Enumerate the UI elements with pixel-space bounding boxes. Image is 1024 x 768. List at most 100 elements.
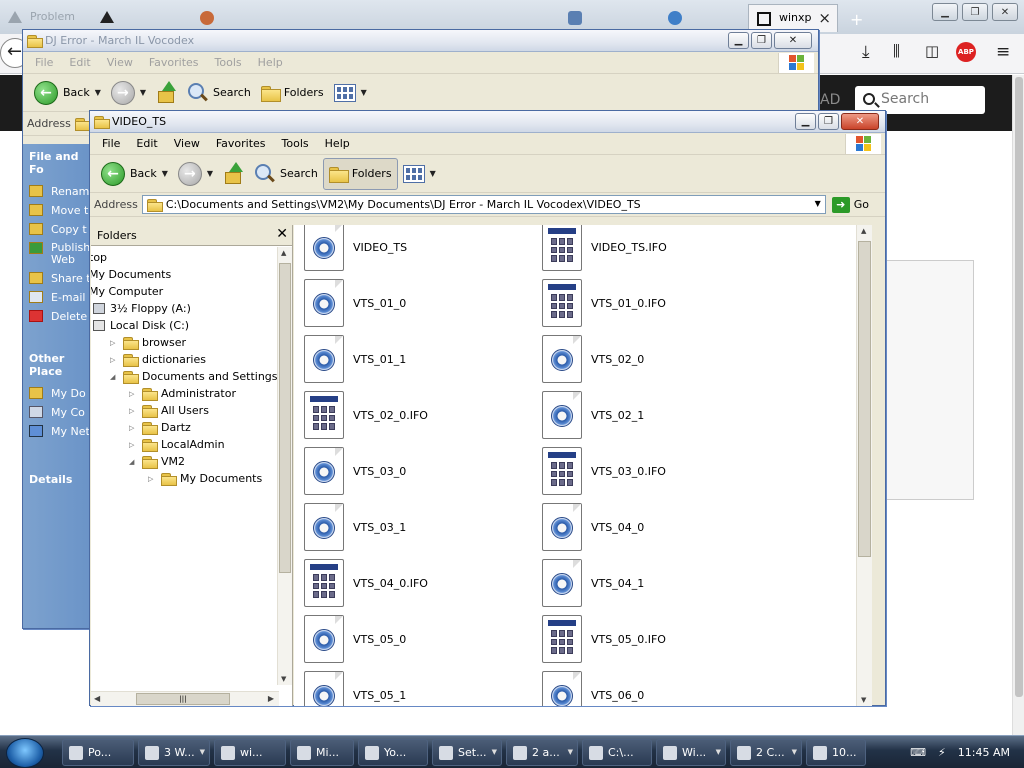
- file-item[interactable]: VTS_04_0: [542, 502, 772, 552]
- file-item[interactable]: VTS_03_0.IFO: [542, 446, 772, 496]
- taskbar-button[interactable]: 3 W... ▼: [138, 739, 210, 766]
- maximize-button[interactable]: ❐: [751, 32, 772, 49]
- taskbar-button[interactable]: C:\...: [582, 739, 652, 766]
- scroll-thumb[interactable]: [1015, 77, 1023, 697]
- tree-item[interactable]: top: [91, 249, 107, 266]
- task-email[interactable]: E-mail: [23, 288, 89, 307]
- file-item[interactable]: VTS_02_0: [542, 334, 772, 384]
- adblock-icon[interactable]: ABP: [956, 42, 976, 62]
- menu-favorites[interactable]: Favorites: [208, 137, 274, 150]
- scroll-up-arrow[interactable]: ▲: [281, 249, 286, 257]
- forward-button[interactable]: → ▼: [173, 158, 218, 190]
- taskbar-button[interactable]: Po...: [62, 739, 134, 766]
- scroll-up-arrow[interactable]: ▲: [861, 227, 866, 235]
- tree-vertical-scrollbar[interactable]: ▲ ▼: [277, 247, 292, 685]
- taskbar-button[interactable]: wi...: [214, 739, 286, 766]
- taskbar-button[interactable]: Yo...: [358, 739, 428, 766]
- expand-toggle-icon[interactable]: ▷: [110, 339, 118, 347]
- chevron-down-icon[interactable]: ▼: [492, 748, 497, 756]
- tree-item[interactable]: 3½ Floppy (A:): [93, 300, 191, 317]
- expand-toggle-icon[interactable]: ▷: [129, 424, 137, 432]
- scroll-thumb[interactable]: [279, 263, 291, 573]
- window-titlebar[interactable]: VIDEO_TS ▁ ❐ ✕: [90, 111, 885, 133]
- close-button[interactable]: ✕: [992, 3, 1018, 21]
- chevron-down-icon[interactable]: ▼: [792, 748, 797, 756]
- file-item[interactable]: VTS_03_1: [304, 502, 534, 552]
- library-icon[interactable]: ⫼: [893, 42, 900, 60]
- tree-item[interactable]: ▷ LocalAdmin: [129, 436, 225, 453]
- close-button[interactable]: ✕: [774, 32, 812, 49]
- expand-toggle-icon[interactable]: ▷: [129, 407, 137, 415]
- go-arrow-icon[interactable]: ➜: [831, 196, 850, 213]
- browser-tab[interactable]: [294, 4, 394, 32]
- browser-scrollbar[interactable]: [1012, 75, 1024, 735]
- menu-file[interactable]: File: [94, 137, 128, 150]
- tree-item[interactable]: ▷ My Documents: [148, 470, 262, 487]
- chevron-down-icon[interactable]: ▼: [162, 169, 168, 178]
- browser-tab[interactable]: [192, 4, 292, 32]
- task-move[interactable]: Move t: [23, 201, 89, 220]
- expand-toggle-icon[interactable]: ▷: [129, 441, 137, 449]
- browser-tab[interactable]: [560, 4, 658, 32]
- up-folder-button[interactable]: [218, 158, 250, 190]
- place-my-computer[interactable]: My Co: [23, 403, 89, 422]
- scroll-thumb[interactable]: |||: [136, 693, 230, 705]
- close-tab-icon[interactable]: ×: [818, 9, 831, 27]
- maximize-button[interactable]: ❐: [962, 3, 988, 21]
- address-input[interactable]: C:\Documents and Settings\VM2\My Documen…: [141, 195, 826, 214]
- go-button[interactable]: Go: [854, 198, 869, 211]
- task-publish[interactable]: Publish Web: [23, 239, 89, 269]
- views-button[interactable]: ▼: [329, 77, 372, 109]
- scroll-thumb[interactable]: [858, 241, 871, 557]
- menu-view[interactable]: View: [99, 56, 141, 69]
- chevron-down-icon[interactable]: ▼: [200, 748, 205, 756]
- menu-help[interactable]: Help: [250, 56, 291, 69]
- place-my-documents[interactable]: My Do: [23, 384, 89, 403]
- search-button[interactable]: Search: [250, 158, 323, 190]
- file-item[interactable]: VTS_05_1: [304, 670, 534, 706]
- scroll-left-arrow[interactable]: ◀: [94, 694, 100, 703]
- menu-help[interactable]: Help: [317, 137, 358, 150]
- tree-item[interactable]: ▷ Administrator: [129, 385, 236, 402]
- file-item[interactable]: VTS_06_0: [542, 670, 772, 706]
- close-button[interactable]: ✕: [841, 113, 879, 130]
- file-item[interactable]: VTS_04_0.IFO: [304, 558, 534, 608]
- menu-icon[interactable]: ≡: [996, 42, 1010, 62]
- maximize-button[interactable]: ❐: [818, 113, 839, 130]
- start-button[interactable]: [6, 738, 44, 768]
- task-rename[interactable]: Renam: [23, 182, 89, 201]
- window-titlebar[interactable]: DJ Error - March IL Vocodex ▁ ❐ ✕: [23, 30, 818, 52]
- file-item[interactable]: VTS_01_0.IFO: [542, 278, 772, 328]
- minimize-button[interactable]: ▁: [932, 3, 958, 21]
- taskbar-button[interactable]: Set... ▼: [432, 739, 502, 766]
- menu-view[interactable]: View: [166, 137, 208, 150]
- file-item[interactable]: VTS_05_0.IFO: [542, 614, 772, 664]
- file-item[interactable]: VTS_02_0.IFO: [304, 390, 534, 440]
- expand-toggle-icon[interactable]: ▷: [110, 356, 118, 364]
- menu-file[interactable]: File: [27, 56, 61, 69]
- taskbar-button[interactable]: 10...: [806, 739, 866, 766]
- task-delete[interactable]: Delete: [23, 307, 89, 326]
- file-item[interactable]: VTS_04_1: [542, 558, 772, 608]
- close-icon[interactable]: ✕: [276, 226, 288, 242]
- taskbar-button[interactable]: Mi...: [290, 739, 354, 766]
- menu-favorites[interactable]: Favorites: [141, 56, 207, 69]
- expand-toggle-icon[interactable]: ▷: [129, 390, 137, 398]
- tree-item[interactable]: My Computer: [91, 283, 163, 300]
- sidebar-icon[interactable]: ◫: [925, 42, 939, 60]
- menu-edit[interactable]: Edit: [61, 56, 98, 69]
- file-item[interactable]: VTS_03_0: [304, 446, 534, 496]
- tree-item[interactable]: ▷ browser: [110, 334, 186, 351]
- folders-button[interactable]: Folders: [256, 77, 329, 109]
- scroll-down-arrow[interactable]: ▼: [861, 696, 866, 704]
- taskbar-button[interactable]: 2 C... ▼: [730, 739, 802, 766]
- tree-item[interactable]: ▷ All Users: [129, 402, 209, 419]
- tree-item[interactable]: Local Disk (C:): [93, 317, 189, 334]
- clock[interactable]: 11:45 AM: [958, 746, 1010, 759]
- back-button[interactable]: ← Back ▼: [96, 158, 173, 190]
- tree-horizontal-scrollbar[interactable]: ◀ ||| ▶: [91, 691, 279, 706]
- tree-item[interactable]: ▷ dictionaries: [110, 351, 206, 368]
- expand-toggle-icon[interactable]: ▷: [148, 475, 156, 483]
- browser-tab[interactable]: [92, 4, 190, 32]
- task-copy[interactable]: Copy t: [23, 220, 89, 239]
